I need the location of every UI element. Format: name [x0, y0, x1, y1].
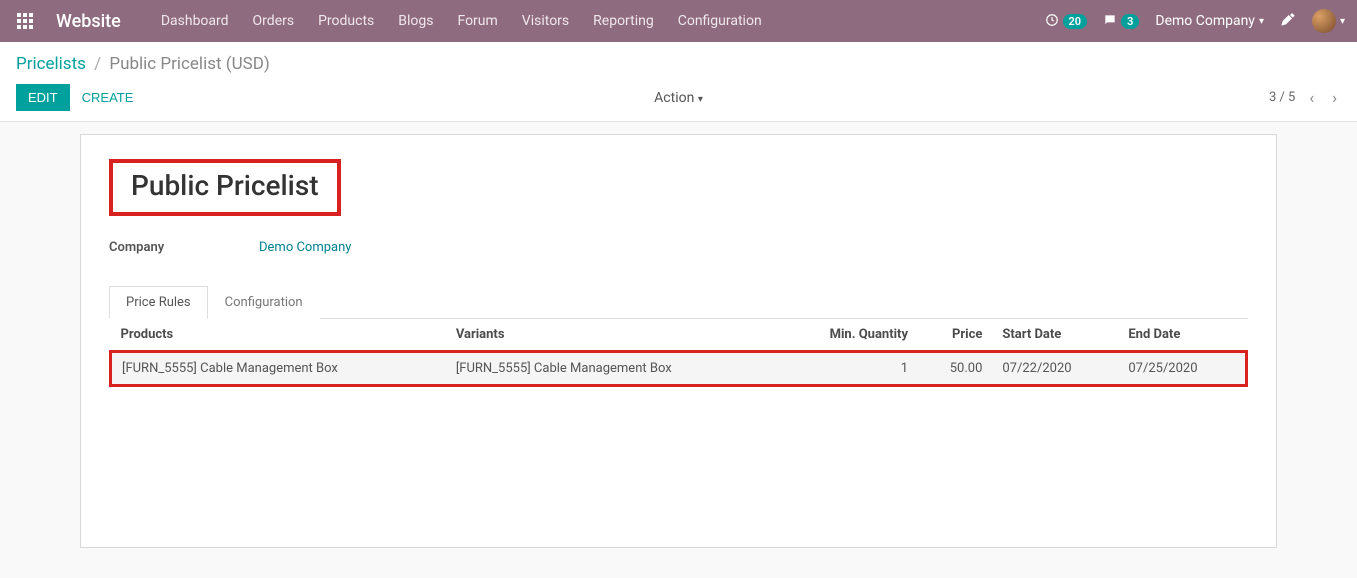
nav-item-configuration[interactable]: Configuration — [668, 7, 772, 35]
col-price[interactable]: Price — [918, 319, 992, 352]
pager-position: 3 / 5 — [1269, 90, 1295, 105]
table-row[interactable]: [FURN_5555] Cable Management Box [FURN_5… — [111, 352, 1247, 386]
action-label: Action — [654, 90, 694, 106]
company-selector[interactable]: Demo Company ▾ — [1155, 13, 1264, 29]
nav-menu: Dashboard Orders Products Blogs Forum Vi… — [151, 7, 772, 35]
chat-icon — [1103, 13, 1117, 30]
price-rules-table: Products Variants Min. Quantity Price St… — [109, 319, 1248, 387]
caret-down-icon: ▾ — [1259, 16, 1264, 27]
nav-item-blogs[interactable]: Blogs — [388, 7, 443, 35]
breadcrumb-root[interactable]: Pricelists — [16, 54, 86, 74]
cell-price: 50.00 — [918, 352, 992, 386]
page-title: Public Pricelist — [131, 169, 319, 202]
cell-start: 07/22/2020 — [992, 352, 1118, 386]
breadcrumb: Pricelists / Public Pricelist (USD) — [16, 54, 1341, 74]
cell-variant: [FURN_5555] Cable Management Box — [446, 352, 779, 386]
nav-item-products[interactable]: Products — [308, 7, 384, 35]
nav-item-visitors[interactable]: Visitors — [512, 7, 579, 35]
col-variants[interactable]: Variants — [446, 319, 779, 352]
messages-indicator[interactable]: 3 — [1103, 13, 1139, 30]
brand[interactable]: Website — [56, 11, 121, 32]
caret-down-icon: ▾ — [1340, 16, 1345, 27]
breadcrumb-sep: / — [94, 54, 101, 74]
col-end-date[interactable]: End Date — [1118, 319, 1246, 352]
edit-button[interactable]: EDIT — [16, 84, 70, 111]
debug-icon[interactable] — [1280, 11, 1296, 31]
company-field: Company Demo Company — [109, 240, 1248, 255]
breadcrumb-current: Public Pricelist (USD) — [109, 54, 269, 74]
tab-configuration[interactable]: Configuration — [208, 286, 320, 319]
col-min-qty[interactable]: Min. Quantity — [779, 319, 918, 352]
tabs: Price Rules Configuration — [109, 285, 1248, 319]
clock-icon — [1045, 13, 1059, 30]
cell-end: 07/25/2020 — [1118, 352, 1246, 386]
cell-product: [FURN_5555] Cable Management Box — [111, 352, 446, 386]
pager-next[interactable]: › — [1328, 88, 1341, 107]
control-panel: Pricelists / Public Pricelist (USD) EDIT… — [0, 42, 1357, 122]
company-link[interactable]: Demo Company — [259, 240, 351, 255]
title-highlight: Public Pricelist — [109, 159, 341, 216]
col-products[interactable]: Products — [111, 319, 446, 352]
nav-right: 20 3 Demo Company ▾ ▾ — [1045, 9, 1346, 33]
company-name: Demo Company — [1155, 13, 1255, 29]
company-label: Company — [109, 240, 259, 255]
activities-indicator[interactable]: 20 — [1045, 13, 1088, 30]
action-dropdown[interactable]: Action ▾ — [654, 90, 703, 106]
nav-item-reporting[interactable]: Reporting — [583, 7, 664, 35]
col-start-date[interactable]: Start Date — [992, 319, 1118, 352]
create-button[interactable]: CREATE — [82, 90, 134, 105]
avatar — [1312, 9, 1336, 33]
cell-min-qty: 1 — [779, 352, 918, 386]
nav-item-dashboard[interactable]: Dashboard — [151, 7, 239, 35]
activities-badge: 20 — [1063, 14, 1088, 29]
pager-prev[interactable]: ‹ — [1305, 88, 1318, 107]
tab-price-rules[interactable]: Price Rules — [109, 286, 208, 319]
nav-item-orders[interactable]: Orders — [243, 7, 305, 35]
top-nav: Website Dashboard Orders Products Blogs … — [0, 0, 1357, 42]
form-sheet: Public Pricelist Company Demo Company Pr… — [80, 134, 1277, 548]
apps-icon[interactable] — [12, 8, 38, 34]
user-menu[interactable]: ▾ — [1312, 9, 1345, 33]
pager: 3 / 5 ‹ › — [1269, 88, 1341, 107]
nav-item-forum[interactable]: Forum — [447, 7, 507, 35]
caret-down-icon: ▾ — [698, 94, 703, 105]
messages-badge: 3 — [1121, 14, 1139, 29]
